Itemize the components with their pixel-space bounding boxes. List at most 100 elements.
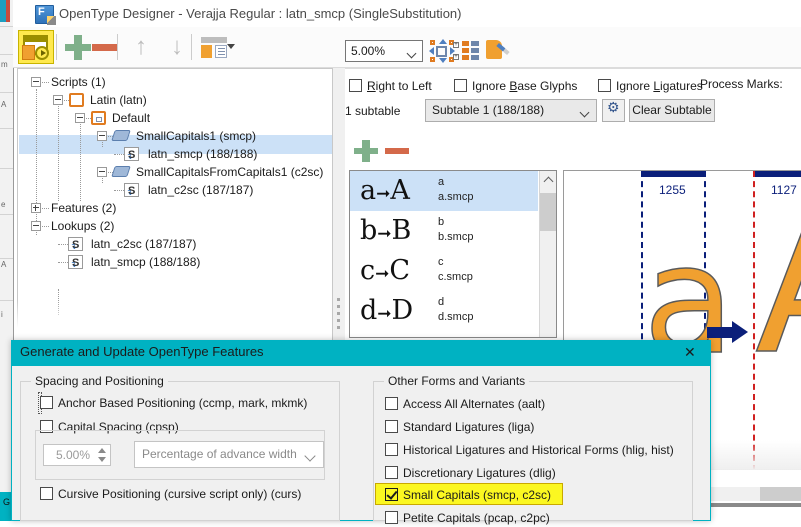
checkbox-box[interactable] <box>454 79 467 92</box>
scroll-up-icon[interactable] <box>540 171 556 188</box>
dialog-title: Generate and Update OpenType Features <box>20 344 264 359</box>
expander-icon[interactable] <box>31 77 41 87</box>
stepper-down-icon[interactable] <box>98 457 106 462</box>
checkbox-label: Standard Ligatures (liga) <box>403 420 535 434</box>
target-glyph-render: A <box>754 190 801 382</box>
plus-small-icon: + <box>453 54 459 60</box>
panel-splitter[interactable] <box>333 68 345 347</box>
expander-icon[interactable] <box>31 221 41 231</box>
language-icon <box>91 111 106 125</box>
capital-spacing-stepper[interactable]: 5.00% <box>43 444 111 466</box>
window-title-bar: OpenType Designer - Verajja Regular : la… <box>13 0 801 28</box>
group-title: Other Forms and Variants <box>384 374 530 388</box>
plus-small-icon: + <box>453 42 459 48</box>
checkbox-box[interactable] <box>385 443 398 456</box>
expander-icon[interactable] <box>75 113 85 123</box>
scrollbar-thumb[interactable] <box>760 487 801 501</box>
lookup-icon: ↴ <box>124 182 139 200</box>
substitution-glyph-pair: a➞A <box>360 175 410 206</box>
checkbox-box[interactable] <box>598 79 611 92</box>
checkbox-box[interactable] <box>385 466 398 479</box>
checkbox-label: Petite Capitals (pcap, c2pc) <box>403 511 550 525</box>
subtable-settings-button[interactable] <box>602 99 625 122</box>
subtable-combo[interactable]: Subtable 1 (188/188) <box>425 99 597 122</box>
checkbox-box[interactable] <box>40 487 53 500</box>
substitution-names: a a.smcp <box>438 176 474 203</box>
script-icon <box>69 93 84 107</box>
tree-node-label: SmallCapitalsFromCapitals1 (c2sc) <box>136 165 324 179</box>
move-up-button[interactable]: ↑ <box>127 30 161 64</box>
dialog-title-bar: Generate and Update OpenType Features <box>12 340 710 366</box>
expander-icon[interactable] <box>97 131 107 141</box>
chevron-down-icon[interactable] <box>227 44 235 49</box>
metric-bar <box>642 171 705 177</box>
tree-node-label: latn_c2sc (187/187) <box>148 183 254 197</box>
expander-icon[interactable] <box>97 167 107 177</box>
checkbox-label: Ignore Base Glyphs <box>472 79 578 93</box>
features-tree[interactable]: Scripts (1) Latin (latn) Default SmallCa… <box>17 68 333 347</box>
checkbox-label: Access All Alternates (aalt) <box>403 397 546 411</box>
tree-node-label: Lookups (2) <box>51 219 115 233</box>
lookup-icon: ↴ <box>124 146 139 164</box>
list-item[interactable]: b➞B b b.smcp <box>350 211 538 251</box>
checkbox-box[interactable] <box>385 488 398 501</box>
tree-node-label: Scripts (1) <box>51 75 106 89</box>
source-advance-width: 1255 <box>659 183 686 197</box>
chevron-down-icon[interactable] <box>306 452 314 460</box>
process-marks-label: Process Marks: <box>700 77 783 91</box>
toolbar-separator <box>191 34 192 60</box>
view-mode-button[interactable] <box>197 30 237 64</box>
arrow-down-icon: ↓ <box>171 33 183 60</box>
checkbox-box[interactable] <box>385 397 398 410</box>
substitution-names: c c.smcp <box>438 256 473 283</box>
toolbar-separator <box>117 34 118 60</box>
subtable-combo-value: Subtable 1 (188/188) <box>432 103 545 117</box>
remove-substitution-button[interactable] <box>384 140 410 162</box>
arrow-up-icon: ↑ <box>135 33 147 60</box>
add-substitution-button[interactable] <box>353 140 379 162</box>
checkbox-box[interactable] <box>385 420 398 433</box>
zoom-combo[interactable]: 5.00% <box>345 40 423 62</box>
subtable-count-label: 1 subtable <box>345 104 401 118</box>
app-icon <box>35 5 56 25</box>
glyph-grid-button[interactable]: + + <box>452 38 480 64</box>
window-title: OpenType Designer - Verajja Regular : la… <box>59 6 462 21</box>
scrollbar-thumb[interactable] <box>540 193 556 231</box>
expander-icon[interactable] <box>53 95 63 105</box>
list-item[interactable]: c➞C c c.smcp <box>350 251 538 291</box>
generate-features-button[interactable] <box>18 30 54 64</box>
preview-bottom-edge <box>710 503 801 507</box>
tree-node-label: latn_c2sc (187/187) <box>91 237 197 251</box>
capital-spacing-unit-combo[interactable]: Percentage of advance width <box>134 441 324 468</box>
tree-node-label: Default <box>112 111 151 125</box>
list-item[interactable]: d➞D d d.smcp <box>350 291 538 331</box>
close-icon[interactable] <box>676 343 704 363</box>
substitution-arrow-icon <box>707 321 751 343</box>
substitution-list[interactable]: a➞A a a.smcp b➞B b b.smcp c➞C c c.smcp d… <box>349 170 557 338</box>
combo-value: Percentage of advance width <box>142 447 297 461</box>
checkbox-box[interactable] <box>349 79 362 92</box>
list-scrollbar[interactable] <box>539 171 556 337</box>
checkbox-box[interactable] <box>40 396 53 409</box>
checkbox-box[interactable] <box>385 511 398 524</box>
checkbox-label: Small Capitals (smcp, c2sc) <box>403 488 552 502</box>
clear-subtable-button[interactable]: Clear Subtable <box>629 99 715 122</box>
chevron-down-icon[interactable] <box>581 109 589 117</box>
edit-glyph-button[interactable] <box>484 37 512 65</box>
tree-node-label: latn_smcp (188/188) <box>148 147 258 161</box>
checkbox-label: Cursive Positioning (cursive script only… <box>58 487 302 501</box>
substitution-names: d d.smcp <box>438 296 474 323</box>
checkbox-label: Historical Ligatures and Historical Form… <box>403 443 674 457</box>
tree-node-label: Features (2) <box>51 201 117 215</box>
toolbar-separator <box>56 34 57 60</box>
stepper-up-icon[interactable] <box>98 448 106 453</box>
chevron-down-icon[interactable] <box>408 49 416 57</box>
checkbox-label: Anchor Based Positioning (ccmp, mark, mk… <box>58 396 308 410</box>
tree-node-label: SmallCapitals1 (smcp) <box>136 129 257 143</box>
checkbox-label: Discretionary Ligatures (dlig) <box>403 466 556 480</box>
list-item[interactable]: a➞A a a.smcp <box>350 171 538 211</box>
fit-to-window-icon <box>436 46 447 57</box>
checkbox-label: Ignore Ligatures <box>616 79 703 93</box>
expander-icon[interactable] <box>31 203 41 213</box>
lookup-icon: ↴ <box>68 236 83 254</box>
